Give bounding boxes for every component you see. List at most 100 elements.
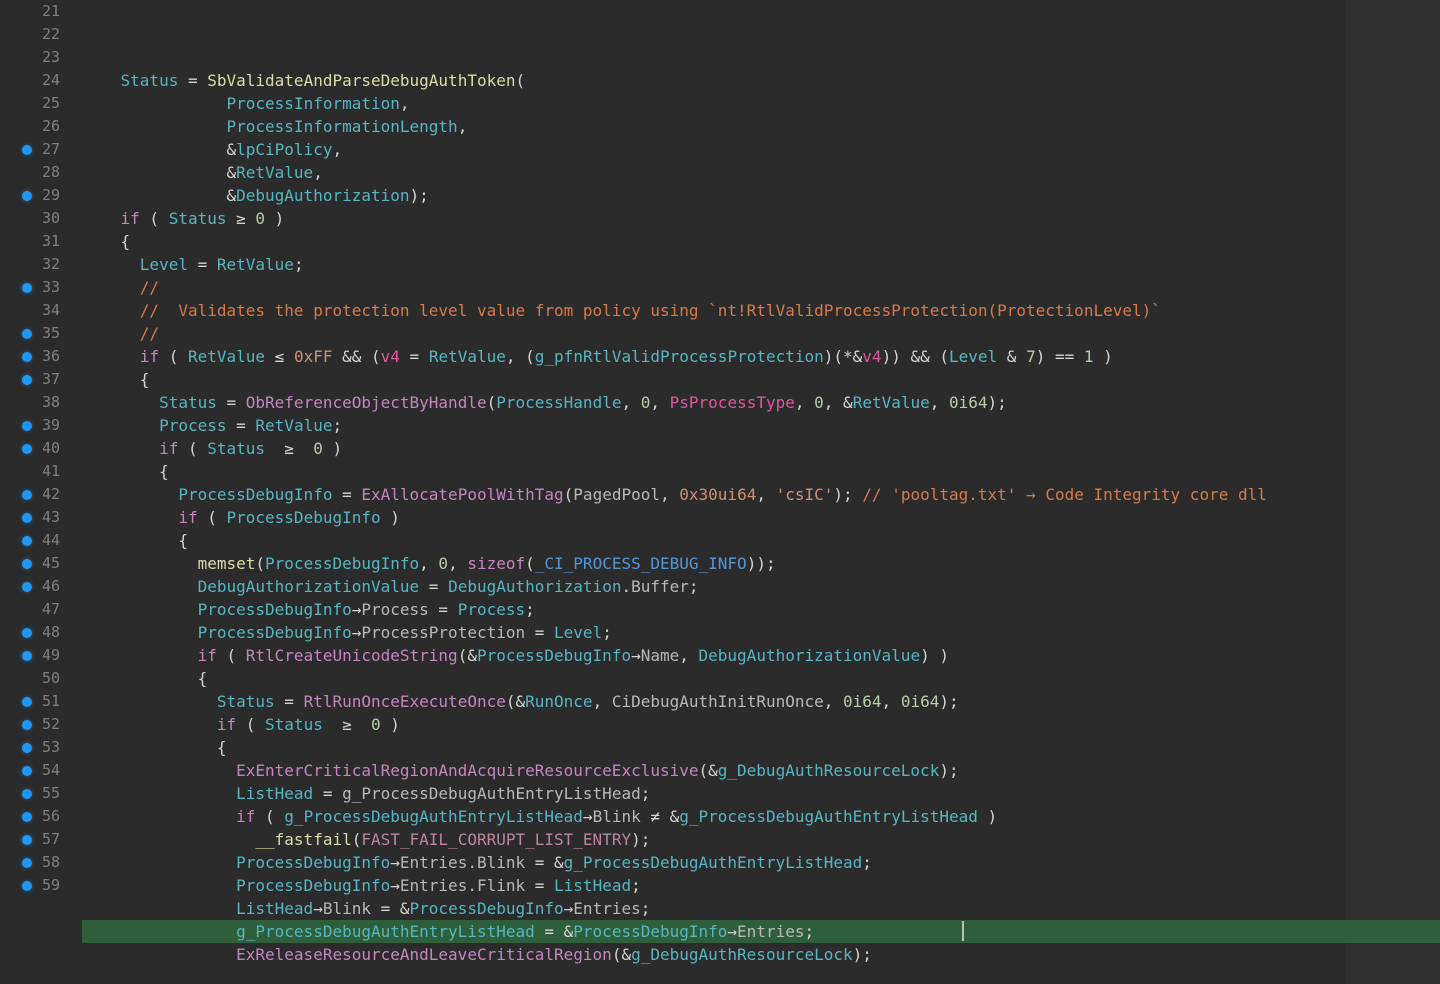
code-line[interactable]: &DebugAuthorization); [82, 184, 1440, 207]
gutter-row[interactable]: 59 [22, 874, 70, 897]
code-line[interactable]: { [82, 736, 1440, 759]
gutter-row[interactable]: 26 [22, 115, 70, 138]
code-line[interactable]: { [82, 667, 1440, 690]
gutter-row[interactable]: 22 [22, 23, 70, 46]
gutter-row[interactable]: 32 [22, 253, 70, 276]
code-line[interactable]: { [82, 460, 1440, 483]
line-gutter[interactable]: 2122232425262728293031323334353637383940… [0, 0, 70, 984]
gutter-row[interactable]: 28 [22, 161, 70, 184]
breakpoint-icon[interactable] [22, 582, 32, 592]
gutter-row[interactable]: 31 [22, 230, 70, 253]
breakpoint-icon[interactable] [22, 375, 32, 385]
code-line[interactable]: ProcessInformation, [82, 92, 1440, 115]
code-line[interactable]: memset(ProcessDebugInfo, 0, sizeof(_CI_P… [82, 552, 1440, 575]
code-line[interactable]: ProcessInformationLength, [82, 115, 1440, 138]
code-line[interactable]: ListHead = g_ProcessDebugAuthEntryListHe… [82, 782, 1440, 805]
breakpoint-icon[interactable] [22, 697, 32, 707]
code-line[interactable]: if ( RtlCreateUnicodeString(&ProcessDebu… [82, 644, 1440, 667]
code-line[interactable]: Status = ObReferenceObjectByHandle(Proce… [82, 391, 1440, 414]
code-line[interactable]: if ( g_ProcessDebugAuthEntryListHead→Bli… [82, 805, 1440, 828]
gutter-row[interactable]: 57 [22, 828, 70, 851]
gutter-row[interactable]: 51 [22, 690, 70, 713]
code-line[interactable]: ListHead→Blink = &ProcessDebugInfo→Entri… [82, 897, 1440, 920]
code-line[interactable]: if ( Status ≥ 0 ) [82, 437, 1440, 460]
gutter-row[interactable]: 52 [22, 713, 70, 736]
gutter-row[interactable]: 29 [22, 184, 70, 207]
breakpoint-icon[interactable] [22, 812, 32, 822]
gutter-row[interactable]: 21 [22, 0, 70, 23]
code-line[interactable]: // [82, 322, 1440, 345]
code-line[interactable]: // Validates the protection level value … [82, 299, 1440, 322]
breakpoint-icon[interactable] [22, 490, 32, 500]
gutter-row[interactable]: 23 [22, 46, 70, 69]
gutter-row[interactable]: 39 [22, 414, 70, 437]
gutter-row[interactable]: 54 [22, 759, 70, 782]
breakpoint-icon[interactable] [22, 858, 32, 868]
code-line[interactable]: Status = SbValidateAndParseDebugAuthToke… [82, 69, 1440, 92]
gutter-row[interactable]: 38 [22, 391, 70, 414]
gutter-row[interactable]: 58 [22, 851, 70, 874]
breakpoint-icon[interactable] [22, 444, 32, 454]
code-line[interactable]: if ( ProcessDebugInfo ) [82, 506, 1440, 529]
breakpoint-icon[interactable] [22, 835, 32, 845]
breakpoint-icon[interactable] [22, 720, 32, 730]
gutter-row[interactable]: 46 [22, 575, 70, 598]
gutter-row[interactable]: 47 [22, 598, 70, 621]
gutter-row[interactable]: 36 [22, 345, 70, 368]
breakpoint-icon[interactable] [22, 881, 32, 891]
code-line[interactable]: if ( Status ≥ 0 ) [82, 713, 1440, 736]
code-line[interactable]: ProcessDebugInfo→Entries.Flink = ListHea… [82, 874, 1440, 897]
breakpoint-icon[interactable] [22, 513, 32, 523]
gutter-row[interactable]: 24 [22, 69, 70, 92]
breakpoint-icon[interactable] [22, 421, 32, 431]
code-line[interactable]: { [82, 529, 1440, 552]
breakpoint-icon[interactable] [22, 191, 32, 201]
code-editor[interactable]: 2122232425262728293031323334353637383940… [0, 0, 1440, 984]
code-line[interactable]: if ( Status ≥ 0 ) [82, 207, 1440, 230]
gutter-row[interactable]: 56 [22, 805, 70, 828]
code-line[interactable]: __fastfail(FAST_FAIL_CORRUPT_LIST_ENTRY)… [82, 828, 1440, 851]
breakpoint-icon[interactable] [22, 352, 32, 362]
breakpoint-icon[interactable] [22, 283, 32, 293]
gutter-row[interactable]: 55 [22, 782, 70, 805]
code-line[interactable]: ExEnterCriticalRegionAndAcquireResourceE… [82, 759, 1440, 782]
gutter-row[interactable]: 48 [22, 621, 70, 644]
breakpoint-icon[interactable] [22, 329, 32, 339]
code-line[interactable]: ProcessDebugInfo→Process = Process; [82, 598, 1440, 621]
breakpoint-icon[interactable] [22, 743, 32, 753]
code-line[interactable]: DebugAuthorizationValue = DebugAuthoriza… [82, 575, 1440, 598]
gutter-row[interactable]: 30 [22, 207, 70, 230]
gutter-row[interactable]: 43 [22, 506, 70, 529]
gutter-row[interactable]: 25 [22, 92, 70, 115]
gutter-row[interactable]: 44 [22, 529, 70, 552]
gutter-row[interactable]: 33 [22, 276, 70, 299]
code-line[interactable]: if ( RetValue ≤ 0xFF && (v4 = RetValue, … [82, 345, 1440, 368]
breakpoint-icon[interactable] [22, 628, 32, 638]
gutter-row[interactable]: 53 [22, 736, 70, 759]
gutter-row[interactable]: 35 [22, 322, 70, 345]
gutter-row[interactable]: 37 [22, 368, 70, 391]
code-area[interactable]: Status = SbValidateAndParseDebugAuthToke… [70, 0, 1440, 984]
code-line[interactable]: ExReleaseResourceAndLeaveCriticalRegion(… [82, 943, 1440, 966]
gutter-row[interactable]: 42 [22, 483, 70, 506]
code-line[interactable]: ProcessDebugInfo→ProcessProtection = Lev… [82, 621, 1440, 644]
gutter-row[interactable]: 34 [22, 299, 70, 322]
code-line[interactable]: ProcessDebugInfo→Entries.Blink = &g_Proc… [82, 851, 1440, 874]
gutter-row[interactable]: 40 [22, 437, 70, 460]
code-line[interactable]: // [82, 276, 1440, 299]
code-line[interactable]: { [82, 368, 1440, 391]
breakpoint-icon[interactable] [22, 559, 32, 569]
code-line[interactable]: Status = RtlRunOnceExecuteOnce(&RunOnce,… [82, 690, 1440, 713]
code-line[interactable]: g_ProcessDebugAuthEntryListHead = &Proce… [82, 920, 1440, 943]
breakpoint-icon[interactable] [22, 789, 32, 799]
gutter-row[interactable]: 27 [22, 138, 70, 161]
code-line[interactable]: ProcessDebugInfo = ExAllocatePoolWithTag… [82, 483, 1440, 506]
code-line[interactable]: &lpCiPolicy, [82, 138, 1440, 161]
gutter-row[interactable]: 50 [22, 667, 70, 690]
breakpoint-icon[interactable] [22, 651, 32, 661]
code-line[interactable]: Process = RetValue; [82, 414, 1440, 437]
gutter-row[interactable]: 49 [22, 644, 70, 667]
breakpoint-icon[interactable] [22, 536, 32, 546]
code-line[interactable]: &RetValue, [82, 161, 1440, 184]
gutter-row[interactable]: 41 [22, 460, 70, 483]
